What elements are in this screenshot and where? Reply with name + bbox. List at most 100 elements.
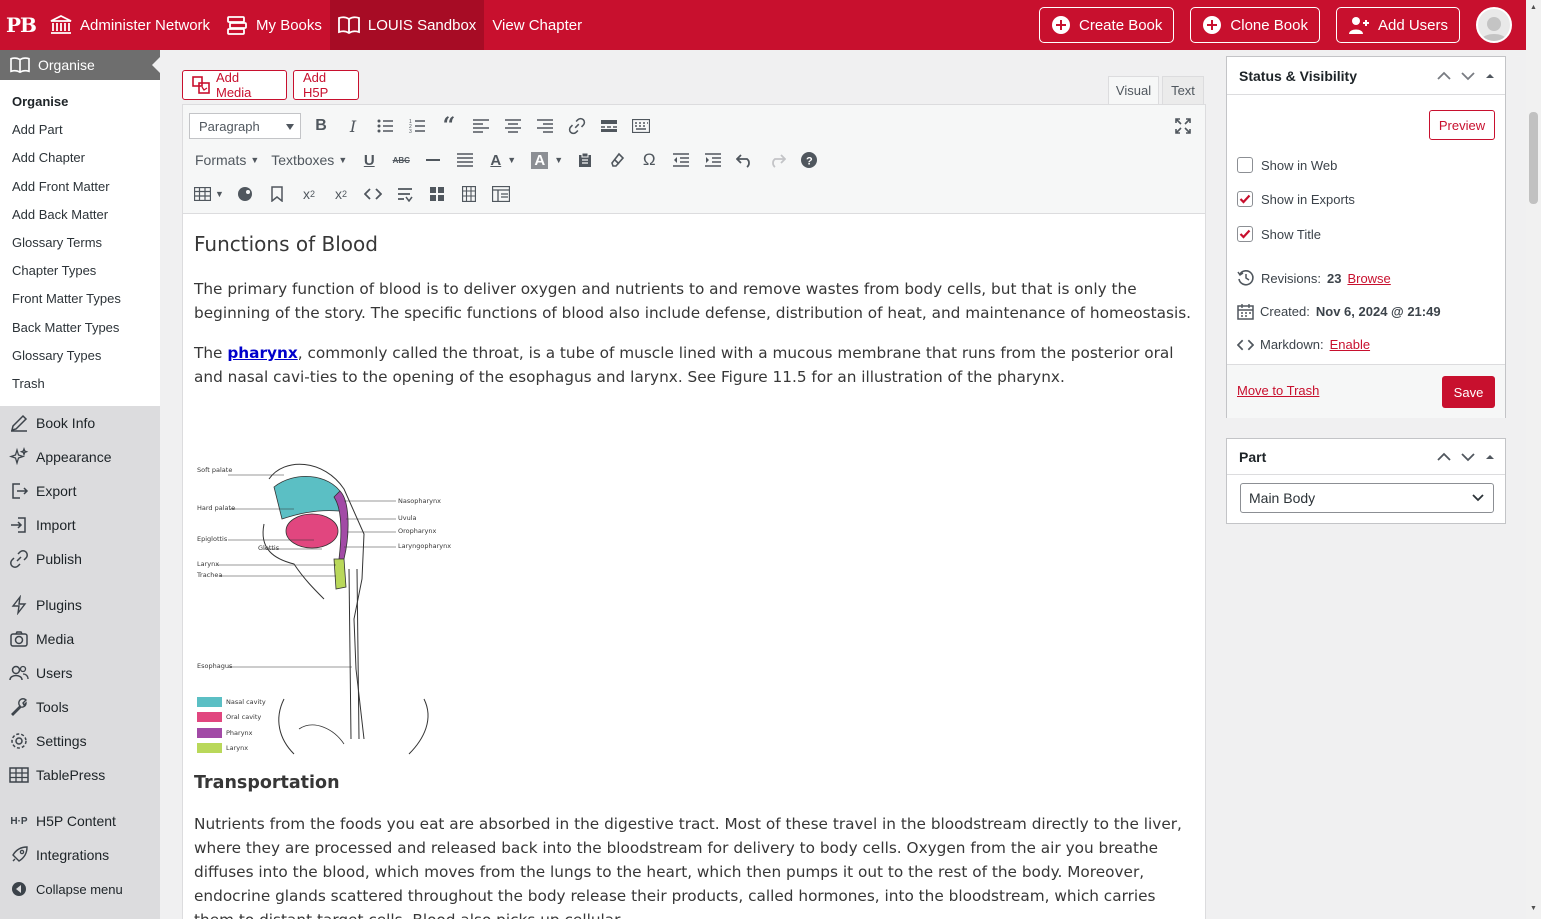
sidebar-item-plugins[interactable]: Plugins bbox=[0, 588, 160, 622]
move-to-trash-link[interactable]: Move to Trash bbox=[1237, 383, 1319, 398]
show-in-web-checkbox[interactable] bbox=[1237, 157, 1253, 173]
background-color-button[interactable]: A ▼ bbox=[525, 145, 569, 175]
submenu-add-front-matter[interactable]: Add Front Matter bbox=[0, 173, 160, 201]
scroll-down-arrow-icon[interactable]: ▼ bbox=[1530, 905, 1537, 912]
align-center-button[interactable] bbox=[497, 111, 529, 141]
bold-button[interactable]: B bbox=[305, 111, 337, 141]
clone-book-button[interactable]: Clone Book bbox=[1190, 7, 1320, 43]
text-color-button[interactable]: A ▼ bbox=[481, 145, 525, 175]
blockquote-button[interactable]: “ bbox=[433, 111, 465, 141]
read-more-icon[interactable] bbox=[593, 111, 625, 141]
part-select[interactable]: Main Body bbox=[1240, 483, 1494, 513]
add-h5p-button[interactable]: Add H5P bbox=[293, 70, 359, 100]
toolbar-toggle-icon[interactable] bbox=[625, 111, 657, 141]
part-panel-header[interactable]: Part bbox=[1227, 439, 1505, 475]
undo-icon[interactable] bbox=[729, 145, 761, 175]
status-panel-header[interactable]: Status & Visibility bbox=[1227, 57, 1505, 95]
submenu-front-matter-types[interactable]: Front Matter Types bbox=[0, 285, 160, 313]
save-button[interactable]: Save bbox=[1442, 376, 1495, 408]
redo-icon[interactable] bbox=[761, 145, 793, 175]
sidebar-item-book-info[interactable]: Book Info bbox=[0, 406, 160, 440]
paragraph-format-select[interactable]: Paragraph bbox=[189, 113, 301, 139]
sidebar-item-import[interactable]: Import bbox=[0, 508, 160, 542]
sidebar-item-media[interactable]: Media bbox=[0, 622, 160, 656]
sidebar-item-users[interactable]: Users bbox=[0, 656, 160, 690]
insert-link-icon[interactable] bbox=[561, 111, 593, 141]
add-media-button[interactable]: Add Media bbox=[182, 70, 287, 100]
submenu-back-matter-types[interactable]: Back Matter Types bbox=[0, 314, 160, 342]
collapse-triangle-icon[interactable] bbox=[1483, 70, 1497, 82]
italic-button[interactable]: I bbox=[337, 111, 369, 141]
show-in-web-option[interactable]: Show in Web bbox=[1237, 157, 1337, 173]
layout-grid-icon[interactable] bbox=[421, 179, 453, 209]
submenu-add-back-matter[interactable]: Add Back Matter bbox=[0, 201, 160, 229]
pharynx-link[interactable]: pharynx bbox=[227, 344, 297, 362]
collapse-triangle-icon[interactable] bbox=[1483, 451, 1497, 463]
sidebar-item-export[interactable]: Export bbox=[0, 474, 160, 508]
tab-visual[interactable]: Visual bbox=[1108, 76, 1159, 105]
clear-formatting-icon[interactable] bbox=[601, 145, 633, 175]
submenu-organise[interactable]: Organise bbox=[0, 88, 160, 116]
add-users-button[interactable]: Add Users bbox=[1335, 7, 1460, 43]
sidebar-item-tablepress[interactable]: TablePress bbox=[0, 758, 160, 792]
show-title-option[interactable]: Show Title bbox=[1237, 226, 1321, 242]
calculator-table-icon[interactable] bbox=[453, 179, 485, 209]
sidebar-item-tools[interactable]: Tools bbox=[0, 690, 160, 724]
justify-button[interactable] bbox=[449, 145, 481, 175]
horizontal-line-button[interactable] bbox=[417, 145, 449, 175]
submenu-trash[interactable]: Trash bbox=[0, 370, 160, 398]
chevron-down-icon[interactable] bbox=[1459, 70, 1477, 82]
align-left-button[interactable] bbox=[465, 111, 497, 141]
page-scrollbar[interactable]: ▲ ▼ bbox=[1526, 0, 1541, 919]
formats-dropdown[interactable]: Formats ▼ bbox=[189, 145, 265, 175]
submenu-add-chapter[interactable]: Add Chapter bbox=[0, 144, 160, 172]
code-icon[interactable] bbox=[357, 179, 389, 209]
superscript-button[interactable]: x2 bbox=[293, 179, 325, 209]
show-in-exports-checkbox[interactable] bbox=[1237, 191, 1253, 207]
fullscreen-icon[interactable] bbox=[1167, 111, 1199, 141]
editor-content[interactable]: Functions of Blood The primary function … bbox=[182, 214, 1206, 919]
enable-markdown-link[interactable]: Enable bbox=[1330, 337, 1370, 352]
chevron-up-icon[interactable] bbox=[1435, 70, 1453, 82]
scrollbar-thumb[interactable] bbox=[1529, 112, 1538, 204]
pharynx-figure[interactable]: Soft palate Hard palate Epiglottis Glott… bbox=[194, 439, 464, 759]
scroll-up-arrow-icon[interactable]: ▲ bbox=[1530, 4, 1537, 11]
insert-table-button[interactable]: ▼ bbox=[189, 179, 229, 209]
subscript-button[interactable]: x2 bbox=[325, 179, 357, 209]
table-properties-icon[interactable] bbox=[485, 179, 517, 209]
sidebar-item-settings[interactable]: Settings bbox=[0, 724, 160, 758]
underline-button[interactable]: U bbox=[353, 145, 385, 175]
admin-bar-book-sandbox[interactable]: LOUIS Sandbox bbox=[329, 0, 485, 50]
preview-button[interactable]: Preview bbox=[1429, 110, 1495, 140]
sidebar-item-integrations[interactable]: Integrations bbox=[0, 838, 160, 872]
user-avatar[interactable] bbox=[1476, 7, 1512, 43]
submenu-add-part[interactable]: Add Part bbox=[0, 116, 160, 144]
submenu-glossary-types[interactable]: Glossary Types bbox=[0, 342, 160, 370]
submenu-glossary-terms[interactable]: Glossary Terms bbox=[0, 229, 160, 257]
bullet-list-button[interactable] bbox=[369, 111, 401, 141]
create-book-button[interactable]: Create Book bbox=[1039, 7, 1175, 43]
outdent-icon[interactable] bbox=[665, 145, 697, 175]
bookmark-anchor-icon[interactable] bbox=[261, 179, 293, 209]
sidebar-item-appearance[interactable]: Appearance bbox=[0, 440, 160, 474]
sidebar-item-publish[interactable]: Publish bbox=[0, 542, 160, 576]
chevron-down-icon[interactable] bbox=[1459, 451, 1477, 463]
chevron-up-icon[interactable] bbox=[1435, 451, 1453, 463]
sidebar-item-h5p[interactable]: H·P H5P Content bbox=[0, 804, 160, 838]
sidebar-collapse-menu[interactable]: Collapse menu bbox=[0, 872, 160, 906]
show-title-checkbox[interactable] bbox=[1237, 226, 1253, 242]
align-right-button[interactable] bbox=[529, 111, 561, 141]
admin-bar-my-books[interactable]: My Books bbox=[218, 0, 330, 50]
line-height-icon[interactable] bbox=[389, 179, 421, 209]
pressbooks-logo[interactable]: PB bbox=[0, 0, 42, 50]
show-in-exports-option[interactable]: Show in Exports bbox=[1237, 191, 1355, 207]
admin-bar-administer-network[interactable]: Administer Network bbox=[42, 0, 218, 50]
browse-revisions-link[interactable]: Browse bbox=[1347, 271, 1390, 286]
help-icon[interactable]: ? bbox=[793, 145, 825, 175]
tab-text[interactable]: Text bbox=[1162, 76, 1204, 105]
textboxes-dropdown[interactable]: Textboxes ▼ bbox=[265, 145, 353, 175]
paste-text-icon[interactable] bbox=[569, 145, 601, 175]
admin-bar-view-chapter[interactable]: View Chapter bbox=[484, 0, 590, 50]
color-palette-icon[interactable] bbox=[229, 179, 261, 209]
numbered-list-button[interactable]: 123 bbox=[401, 111, 433, 141]
